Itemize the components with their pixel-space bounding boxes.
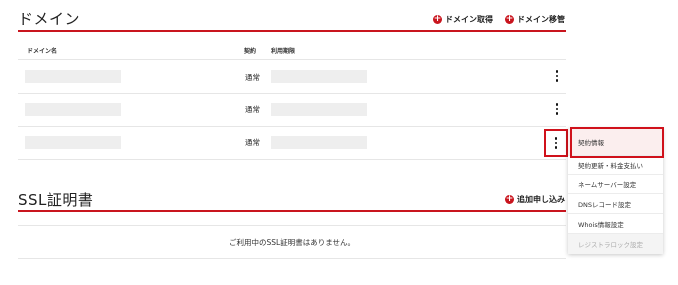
transfer-domain-link[interactable]: + ドメイン移管	[505, 14, 565, 25]
column-header-contract: 契約	[244, 48, 257, 55]
domain-header-divider	[18, 30, 566, 32]
more-options-button-active[interactable]	[544, 129, 568, 157]
table-row: 通常	[18, 60, 566, 93]
ssl-apply-label: 追加申し込み	[517, 195, 565, 204]
plus-icon: +	[505, 194, 514, 204]
menu-item-registrar-lock-settings: レジストラロック設定	[568, 234, 663, 254]
ssl-table-top-divider	[18, 225, 566, 226]
domain-name-placeholder	[25, 70, 121, 83]
menu-item-renewal-payment[interactable]: 契約更新・料金支払い	[568, 156, 663, 175]
more-options-icon[interactable]	[550, 69, 564, 83]
ssl-empty-message: ご利用中のSSL証明書はありません。	[229, 238, 355, 247]
contract-type: 通常	[245, 105, 260, 114]
domain-name-placeholder	[25, 136, 121, 149]
plus-icon: +	[433, 14, 442, 24]
domain-name-placeholder	[25, 103, 121, 116]
ssl-header-divider	[18, 210, 566, 212]
column-header-domain-name: ドメイン名	[27, 48, 58, 55]
ssl-table-bottom-divider	[18, 258, 566, 259]
row-divider	[18, 159, 566, 160]
expiry-placeholder	[271, 103, 367, 116]
column-header-expiry: 利用期限	[271, 48, 296, 55]
expiry-placeholder	[271, 70, 367, 83]
more-options-icon[interactable]	[550, 102, 564, 116]
ssl-section-title: SSL証明書	[18, 191, 94, 209]
menu-item-whois-settings[interactable]: Whois情報設定	[568, 214, 663, 234]
expiry-placeholder	[271, 136, 367, 149]
plus-icon: +	[505, 14, 514, 24]
contract-type: 通常	[245, 73, 260, 82]
ssl-apply-link[interactable]: + 追加申し込み	[505, 194, 565, 205]
menu-item-nameserver-settings[interactable]: ネームサーバー設定	[568, 175, 663, 194]
transfer-domain-label: ドメイン移管	[517, 15, 565, 24]
acquire-domain-link[interactable]: + ドメイン取得	[433, 14, 493, 25]
contract-type: 通常	[245, 138, 260, 147]
more-options-icon	[549, 136, 563, 150]
acquire-domain-label: ドメイン取得	[445, 15, 493, 24]
domain-section-title: ドメイン	[18, 10, 81, 28]
table-row: 通常	[18, 94, 566, 126]
menu-item-highlight-box	[570, 127, 664, 158]
table-row: 通常	[18, 127, 566, 159]
menu-item-dns-record-settings[interactable]: DNSレコード設定	[568, 194, 663, 214]
